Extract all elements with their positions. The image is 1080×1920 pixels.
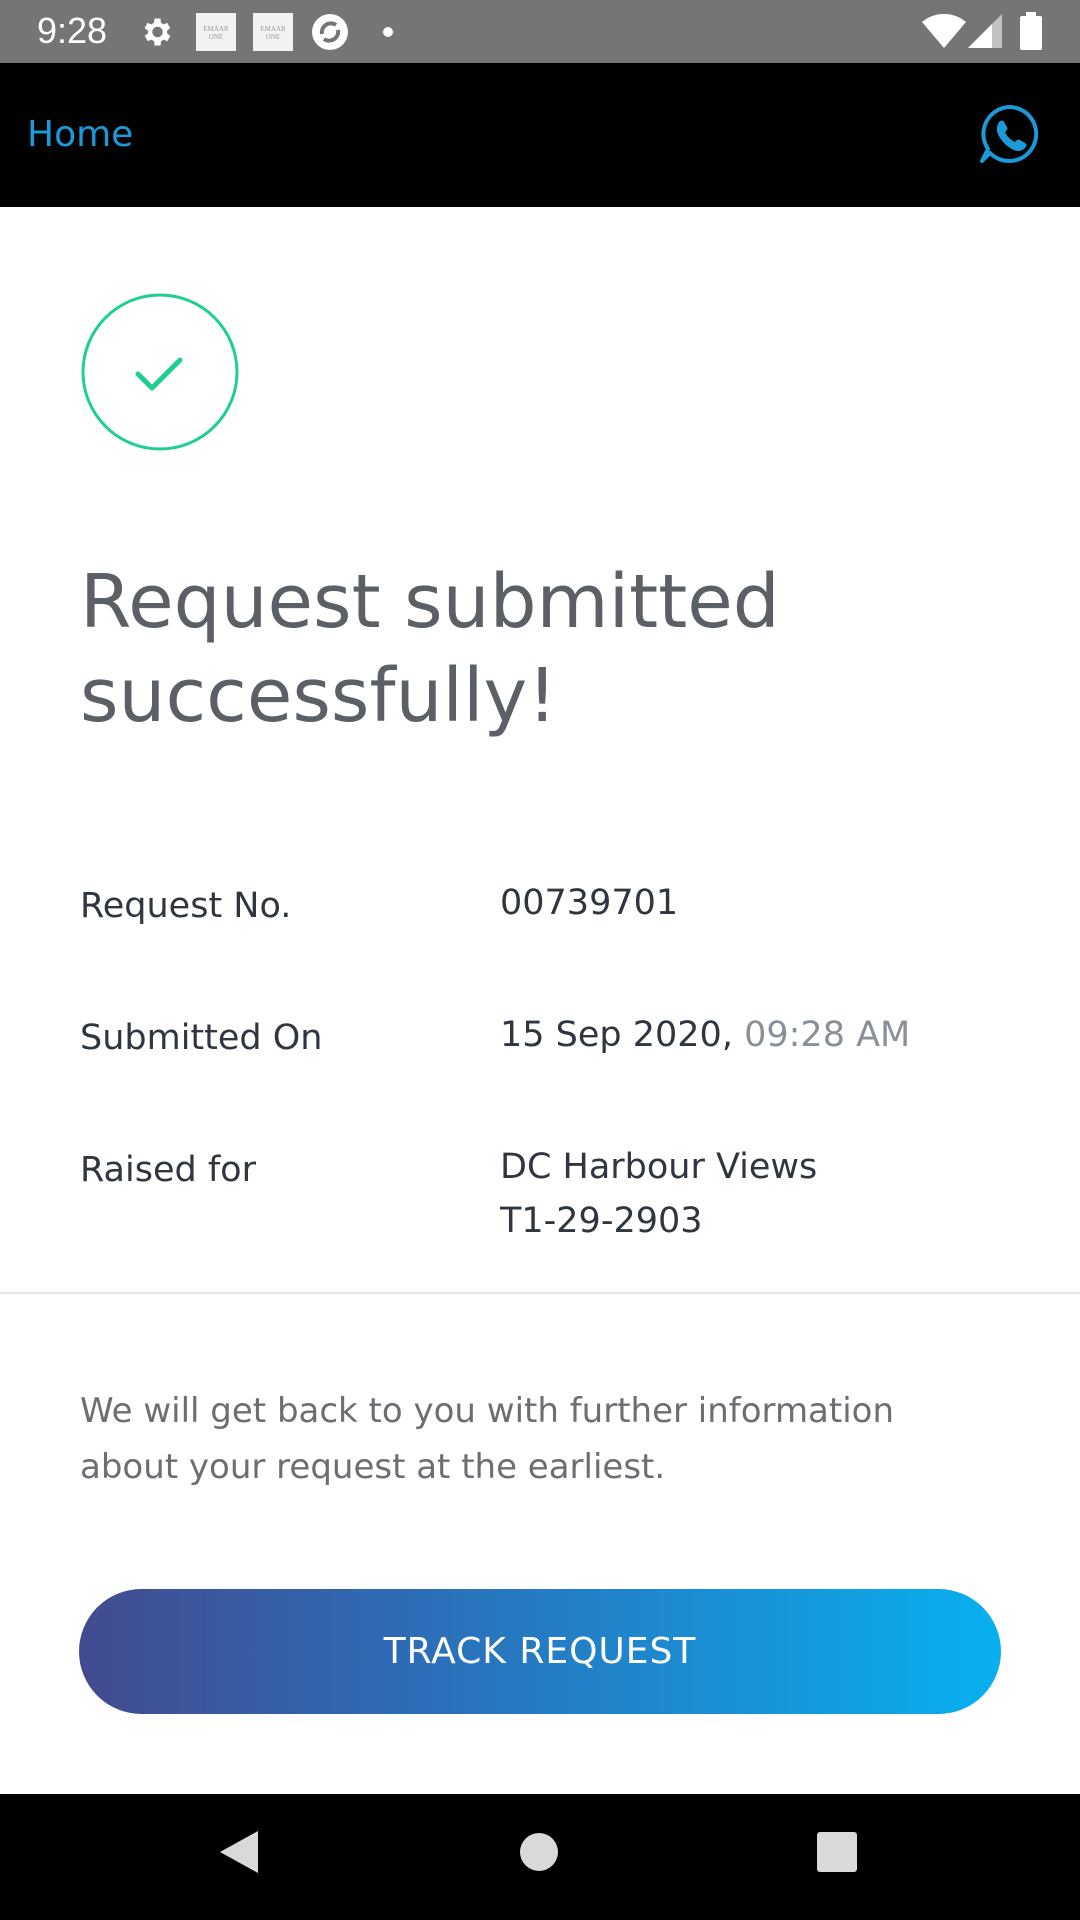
request-no-value: 00739701 xyxy=(500,883,679,923)
signal-icon xyxy=(968,14,1002,48)
recents-icon[interactable] xyxy=(817,1832,857,1872)
info-message: We will get back to you with further inf… xyxy=(80,1391,895,1487)
submitted-on-label: Submitted On xyxy=(80,1018,323,1058)
sync-icon xyxy=(312,14,348,50)
back-icon[interactable] xyxy=(218,1829,260,1875)
status-bar: 9:28 EMAAR ONE EMAAR ONE xyxy=(0,0,1080,63)
raised-for-value: DC Harbour Views T1-29-2903 xyxy=(500,1140,817,1248)
settings-icon xyxy=(144,18,171,46)
raised-for-label: Raised for xyxy=(80,1150,256,1190)
wifi-icon xyxy=(922,14,966,48)
raised-for-unit: T1-29-2903 xyxy=(500,1201,703,1241)
request-no-label: Request No. xyxy=(80,886,292,926)
whatsapp-icon[interactable] xyxy=(978,103,1040,165)
submitted-on-date: 15 Sep 2020, xyxy=(500,1015,733,1055)
submitted-on-time: 09:28 AM xyxy=(744,1015,911,1055)
emaar-one-icon: EMAAR ONE xyxy=(196,13,236,51)
system-nav-bar xyxy=(0,1794,1080,1920)
check-circle-icon xyxy=(81,293,239,451)
dot-icon xyxy=(383,27,393,37)
raised-for-property: DC Harbour Views xyxy=(500,1147,818,1187)
page-title: Request submitted successfully! xyxy=(80,559,780,739)
section-divider xyxy=(0,1292,1080,1294)
home-icon[interactable] xyxy=(519,1832,559,1872)
track-request-button[interactable]: TRACK REQUEST xyxy=(79,1589,1001,1714)
home-link[interactable]: Home xyxy=(27,114,133,155)
emaar-one-icon: EMAAR ONE xyxy=(253,13,293,51)
submitted-on-value: 15 Sep 2020, 09:28 AM xyxy=(500,1008,910,1062)
app-header: Home xyxy=(0,63,1080,207)
status-time: 9:28 xyxy=(37,10,108,51)
battery-icon xyxy=(1020,12,1042,50)
